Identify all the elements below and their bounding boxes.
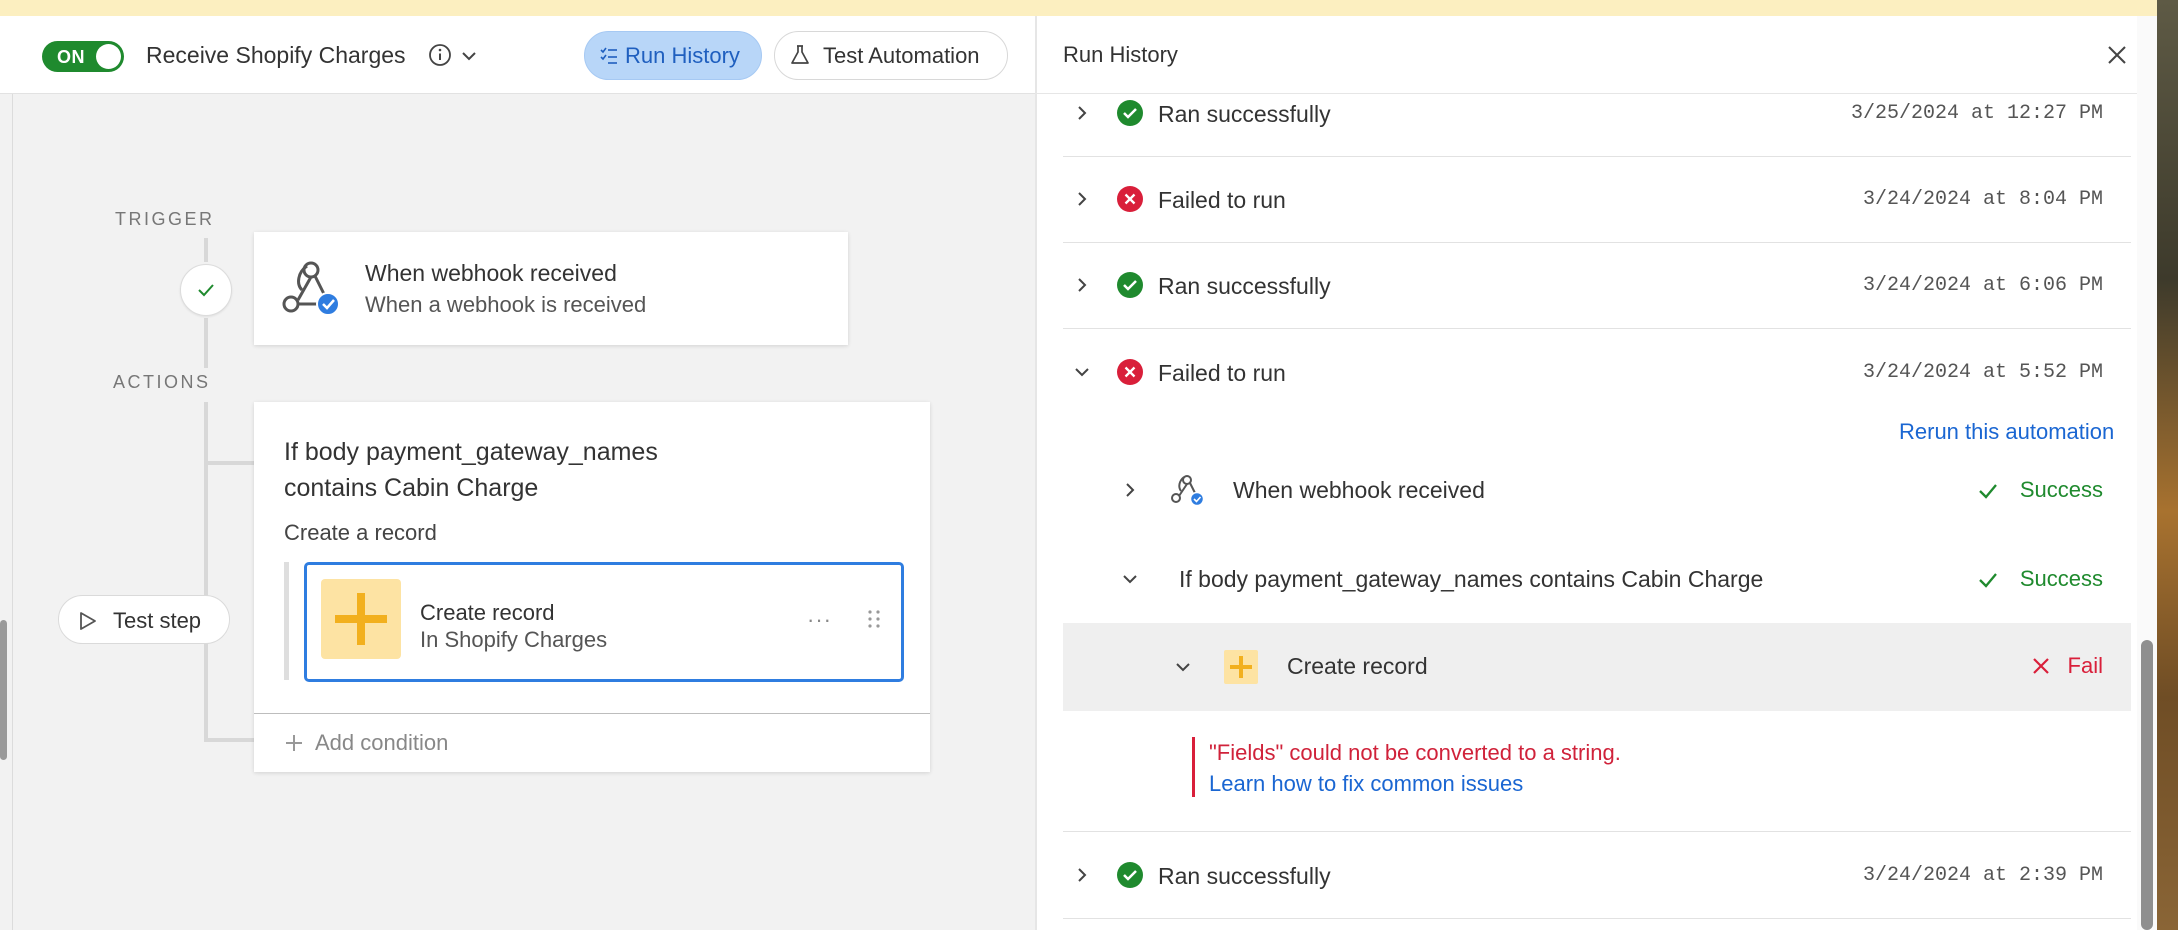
run-status: Ran successfully <box>1158 273 1331 299</box>
run-timestamp: 3/24/2024 at 2:39 PM <box>1862 864 2103 887</box>
run-timestamp: 3/25/2024 at 12:27 PM <box>1850 102 2103 125</box>
toggle-knob <box>96 44 121 69</box>
check-icon <box>1979 573 1997 588</box>
run-status: Failed to run <box>1158 360 1286 386</box>
more-options-icon[interactable]: ··· <box>807 607 832 633</box>
run-history-button[interactable]: Run History <box>584 31 762 80</box>
run-status: Ran successfully <box>1158 101 1331 127</box>
success-icon <box>1117 100 1143 126</box>
plus-icon <box>286 735 302 751</box>
test-step-button[interactable]: Test step <box>58 595 230 644</box>
rerun-link[interactable]: Rerun this automation <box>1899 419 2114 445</box>
trigger-section-label: TRIGGER <box>115 209 215 229</box>
automation-on-toggle[interactable]: ON <box>42 41 124 72</box>
trigger-status <box>180 264 232 316</box>
run-timestamp: 3/24/2024 at 8:04 PM <box>1862 188 2103 211</box>
drag-handle-icon[interactable] <box>867 609 881 629</box>
run-row-expanded[interactable]: Failed to run 3/24/2024 at 5:52 PM <box>1063 330 2131 416</box>
run-status: Ran successfully <box>1158 863 1331 889</box>
automation-toolbar: ON Receive Shopify Charges Run History T… <box>0 16 1036 94</box>
condition-card[interactable]: If body payment_gateway_names contains C… <box>254 402 930 772</box>
webhook-icon <box>1171 475 1205 507</box>
run-row[interactable]: Failed to run 3/24/2024 at 8:04 PM <box>1063 157 2131 243</box>
condition-group-bar <box>284 562 289 680</box>
chevron-down-icon[interactable] <box>1073 363 1091 381</box>
step-label: Create record <box>1287 653 1428 679</box>
plus-icon <box>1224 650 1258 684</box>
notification-strip <box>0 0 2178 16</box>
run-timestamp: 3/24/2024 at 5:52 PM <box>1862 361 2103 384</box>
condition-title: If body payment_gateway_names contains C… <box>284 438 658 502</box>
create-record-action[interactable]: Create record In Shopify Charges ··· <box>304 562 904 682</box>
success-icon <box>1117 862 1143 888</box>
trigger-title: When webhook received <box>365 260 617 286</box>
flow-line <box>204 318 208 368</box>
chevron-right-icon[interactable] <box>1073 190 1091 208</box>
close-icon[interactable] <box>2106 44 2128 66</box>
flow-line <box>204 402 208 742</box>
test-automation-button[interactable]: Test Automation <box>774 31 1008 80</box>
list-check-icon <box>600 47 617 64</box>
webhook-icon <box>282 261 340 316</box>
chevron-right-icon[interactable] <box>1073 104 1091 122</box>
panel-scrollbar[interactable] <box>2141 640 2153 930</box>
test-automation-label: Test Automation <box>823 43 980 68</box>
step-label: If body payment_gateway_names contains C… <box>1179 566 1764 592</box>
fail-icon <box>1117 359 1143 385</box>
step-label: When webhook received <box>1233 477 1485 503</box>
chevron-down-icon[interactable] <box>1174 658 1192 676</box>
play-icon <box>80 612 96 630</box>
plus-icon <box>321 579 401 659</box>
record-subtitle: In Shopify Charges <box>420 627 608 652</box>
actions-section-label: ACTIONS <box>113 372 211 392</box>
step-result: Fail <box>2067 653 2103 678</box>
record-title: Create record <box>420 600 555 625</box>
automation-name[interactable]: Receive Shopify Charges <box>146 42 406 69</box>
panel-title: Run History <box>1063 42 1178 67</box>
check-icon <box>198 284 214 297</box>
desktop-background <box>2157 0 2178 930</box>
close-icon <box>2033 658 2049 674</box>
run-history-label: Run History <box>625 43 740 68</box>
step-row[interactable]: When webhook received Success <box>1063 460 2131 520</box>
flask-icon <box>791 45 809 64</box>
step-result: Success <box>2019 477 2103 502</box>
success-icon <box>1117 272 1143 298</box>
chevron-right-icon[interactable] <box>1073 276 1091 294</box>
chevron-right-icon[interactable] <box>1121 481 1139 499</box>
chevron-down-icon[interactable] <box>459 46 479 66</box>
step-result: Success <box>2019 566 2103 591</box>
canvas-scrollbar[interactable] <box>0 620 7 760</box>
flow-line <box>204 238 208 262</box>
check-icon <box>1979 484 1997 499</box>
test-step-label: Test step <box>113 608 202 633</box>
card-divider <box>254 713 930 714</box>
run-row[interactable]: Ran successfully 3/24/2024 at 6:06 PM <box>1063 243 2131 329</box>
fail-icon <box>1117 186 1143 212</box>
flow-branch <box>204 738 256 742</box>
info-icon[interactable] <box>428 43 452 67</box>
run-timestamp: 3/24/2024 at 6:06 PM <box>1862 274 2103 297</box>
step-row[interactable]: If body payment_gateway_names contains C… <box>1063 549 2131 609</box>
trigger-card[interactable]: When webhook received When a webhook is … <box>254 232 848 345</box>
add-condition-button[interactable]: Add condition <box>315 730 448 756</box>
flow-branch <box>204 461 256 465</box>
run-row-divider <box>1063 746 2131 832</box>
chevron-down-icon[interactable] <box>1121 570 1139 588</box>
condition-subtitle: Create a record <box>284 520 437 545</box>
step-row-failed[interactable]: Create record Fail <box>1063 623 2131 711</box>
run-status: Failed to run <box>1158 187 1286 213</box>
trigger-subtitle: When a webhook is received <box>365 292 647 317</box>
run-row[interactable]: Ran successfully 3/24/2024 at 2:39 PM <box>1063 833 2131 919</box>
chevron-right-icon[interactable] <box>1073 866 1091 884</box>
run-row[interactable]: Ran successfully 3/25/2024 at 12:27 PM <box>1063 71 2131 157</box>
toggle-label: ON <box>57 47 85 67</box>
canvas-edge <box>12 94 13 930</box>
